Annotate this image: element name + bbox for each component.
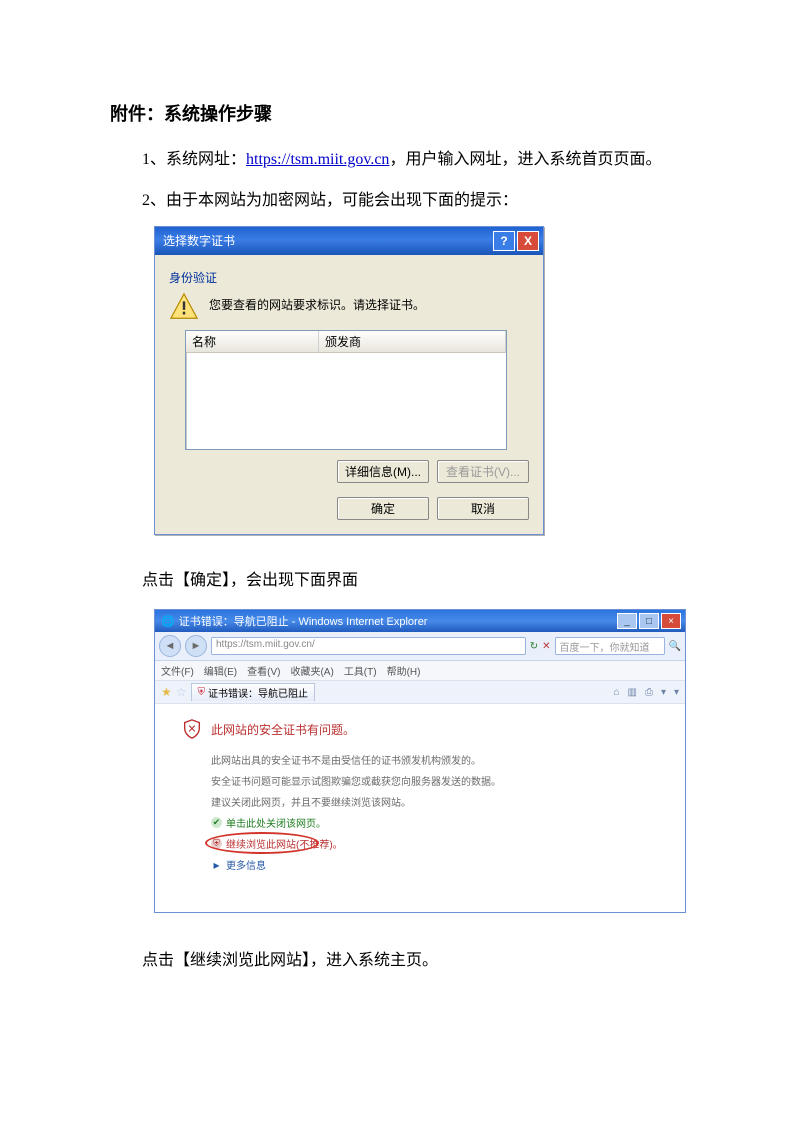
close-page-text: 单击此处关闭该网页。 bbox=[226, 815, 326, 830]
menu-view[interactable]: 查看(V) bbox=[247, 663, 280, 678]
browser-tab[interactable]: ⛨ 证书错误：导航已阻止 bbox=[191, 683, 316, 701]
cert-line-2: 安全证书问题可能显示试图欺骗您或截获您向服务器发送的数据。 bbox=[211, 773, 675, 788]
menu-tools[interactable]: 工具(T) bbox=[344, 663, 377, 678]
step-4: 点击【继续浏览此网站】，进入系统主页。 bbox=[110, 943, 683, 980]
menu-help[interactable]: 帮助(H) bbox=[387, 663, 421, 678]
feeds-icon[interactable]: ▥ bbox=[627, 687, 636, 698]
close-button[interactable]: X bbox=[517, 231, 539, 251]
info-arrow-icon: ▸ bbox=[211, 859, 222, 870]
dialog-message: 您要查看的网站要求标识。请选择证书。 bbox=[209, 292, 425, 313]
close-page-link[interactable]: ✔ 单击此处关闭该网页。 bbox=[211, 815, 675, 830]
back-button[interactable]: ◄ bbox=[159, 635, 181, 657]
close-button[interactable]: × bbox=[661, 613, 681, 629]
maximize-button[interactable]: □ bbox=[639, 613, 659, 629]
cancel-button[interactable]: 取消 bbox=[437, 497, 529, 520]
favorites-icon[interactable]: ★ bbox=[161, 685, 172, 699]
warning-icon bbox=[169, 292, 199, 322]
help-button[interactable]: ? bbox=[493, 231, 515, 251]
details-button[interactable]: 详细信息(M)... bbox=[337, 460, 429, 483]
search-input[interactable]: 百度一下，你就知道 bbox=[555, 637, 665, 655]
forward-button[interactable]: ► bbox=[185, 635, 207, 657]
refresh-icon[interactable]: ↻ bbox=[530, 641, 538, 652]
page-menu-icon[interactable]: ▾ bbox=[661, 687, 666, 698]
auth-heading: 身份验证 bbox=[169, 269, 529, 286]
step1-prefix: 1、系统网址： bbox=[142, 151, 246, 168]
dialog-titlebar: 选择数字证书 ? X bbox=[155, 227, 543, 255]
shield-icon: ⛨ bbox=[198, 687, 206, 698]
step1-suffix: ，用户输入网址，进入系统首页页面。 bbox=[389, 151, 661, 168]
certificate-listbox[interactable]: 名称 颁发商 bbox=[185, 330, 507, 450]
tab-label: 证书错误：导航已阻止 bbox=[208, 685, 308, 700]
print-icon[interactable]: ⎙ bbox=[645, 687, 653, 698]
shield-error-icon: ✕ bbox=[181, 718, 203, 740]
ie-title-text: 证书错误：导航已阻止 - Windows Internet Explorer bbox=[179, 613, 428, 629]
menu-file[interactable]: 文件(F) bbox=[161, 663, 194, 678]
stop-icon[interactable]: ✕ bbox=[542, 641, 550, 652]
ie-address-bar-row: ◄ ► https://tsm.miit.gov.cn/ ↻ ✕ 百度一下，你就… bbox=[155, 632, 685, 661]
home-icon[interactable]: ⌂ bbox=[613, 687, 619, 698]
cert-line-3: 建议关闭此网页，并且不要继续浏览该网站。 bbox=[211, 794, 675, 809]
red-shield-icon: ⛨ bbox=[211, 838, 222, 849]
menu-edit[interactable]: 编辑(E) bbox=[204, 663, 237, 678]
col-issuer: 颁发商 bbox=[319, 331, 506, 352]
ie-certificate-error-window: 🌐 证书错误：导航已阻止 - Windows Internet Explorer… bbox=[154, 609, 686, 913]
step-1: 1、系统网址：https://tsm.miit.gov.cn，用户输入网址，进入… bbox=[110, 142, 683, 179]
certificate-dialog: 选择数字证书 ? X 身份验证 您要查看的网站要求标识。请选择证书。 名称 颁发… bbox=[154, 226, 544, 535]
cert-line-1: 此网站出具的安全证书不是由受信任的证书颁发机构颁发的。 bbox=[211, 752, 675, 767]
tools-menu-icon[interactable]: ▾ bbox=[674, 687, 679, 698]
more-info-text: 更多信息 bbox=[226, 857, 266, 872]
add-favorite-icon[interactable]: ☆ bbox=[176, 685, 187, 699]
col-name: 名称 bbox=[186, 331, 319, 352]
ie-menu-bar: 文件(F) 编辑(E) 查看(V) 收藏夹(A) 工具(T) 帮助(H) bbox=[155, 661, 685, 681]
dialog-title-text: 选择数字证书 bbox=[163, 232, 491, 249]
minimize-button[interactable]: _ bbox=[617, 613, 637, 629]
continue-text: 继续浏览此网站(不推荐)。 bbox=[226, 836, 343, 851]
ie-titlebar: 🌐 证书错误：导航已阻止 - Windows Internet Explorer… bbox=[155, 610, 685, 632]
listbox-header: 名称 颁发商 bbox=[186, 331, 506, 353]
ok-button[interactable]: 确定 bbox=[337, 497, 429, 520]
cert-error-heading: 此网站的安全证书有问题。 bbox=[211, 721, 355, 738]
step-3: 点击【确定】，会出现下面界面 bbox=[110, 563, 683, 600]
view-cert-button: 查看证书(V)... bbox=[437, 460, 529, 483]
attachment-title: 附件：系统操作步骤 bbox=[110, 100, 683, 126]
more-info-link[interactable]: ▸ 更多信息 bbox=[211, 857, 675, 872]
address-input[interactable]: https://tsm.miit.gov.cn/ bbox=[211, 637, 526, 655]
search-go-icon[interactable]: 🔍 bbox=[669, 641, 681, 652]
ie-content-area: ✕ 此网站的安全证书有问题。 此网站出具的安全证书不是由受信任的证书颁发机构颁发… bbox=[155, 704, 685, 912]
step-2: 2、由于本网站为加密网站，可能会出现下面的提示： bbox=[110, 183, 683, 220]
svg-text:✕: ✕ bbox=[187, 724, 196, 736]
green-check-icon: ✔ bbox=[211, 817, 222, 828]
continue-link[interactable]: ⛨ 继续浏览此网站(不推荐)。 bbox=[211, 836, 675, 851]
ie-logo-icon: 🌐 bbox=[161, 615, 175, 628]
ie-tab-row: ★ ☆ ⛨ 证书错误：导航已阻止 ⌂ ▥ ⎙ ▾ ▾ bbox=[155, 681, 685, 704]
system-url-link[interactable]: https://tsm.miit.gov.cn bbox=[246, 151, 389, 168]
menu-favorites[interactable]: 收藏夹(A) bbox=[290, 663, 333, 678]
